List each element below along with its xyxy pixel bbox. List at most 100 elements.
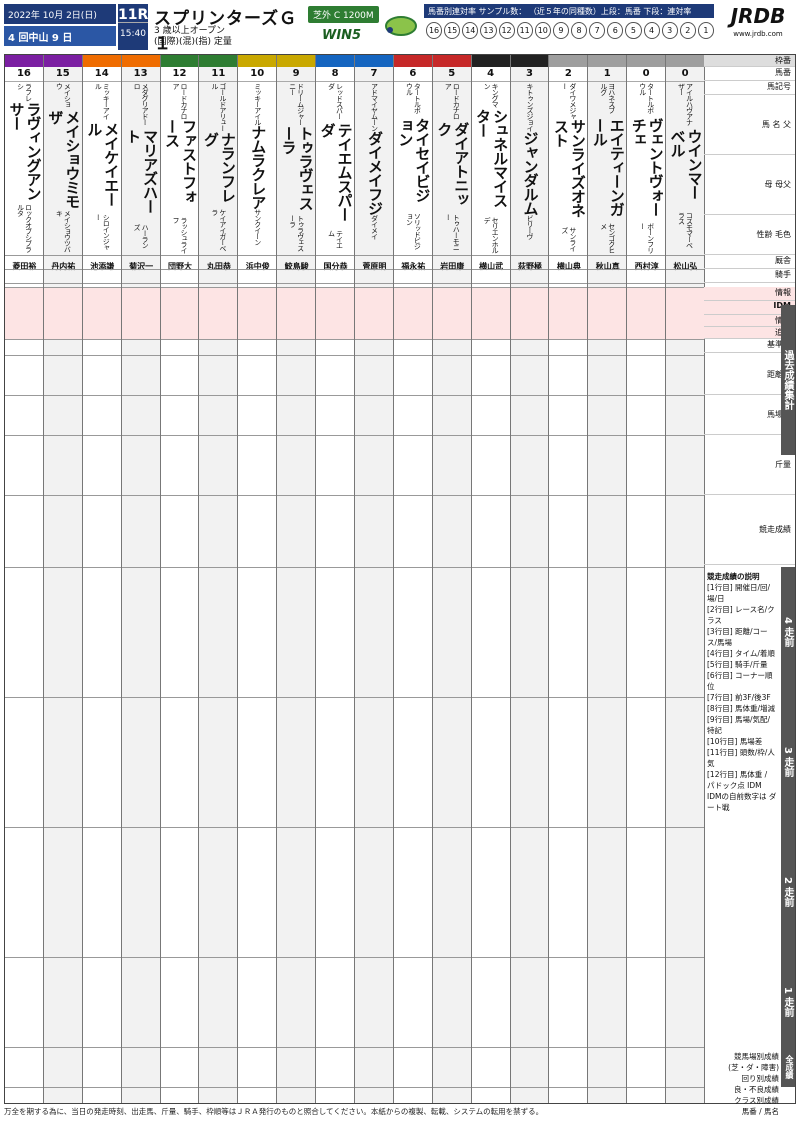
jockey-name: 菅原明 [362, 262, 387, 271]
row-divider [316, 287, 354, 288]
row-divider [43, 269, 82, 270]
horse-name-block: メダグリアドーロ マリアズハート ハーランズ [122, 83, 161, 253]
sample-label: 馬番別連対率 サンプル数： [428, 7, 527, 16]
waku-cell [588, 55, 627, 67]
row-divider [549, 269, 588, 270]
info-band [627, 287, 666, 339]
tab-3-back: 3 走前 [781, 697, 795, 827]
row-divider [510, 355, 549, 356]
row-divider [238, 339, 277, 340]
horse-column: 6 タートルボウル タイセイビジョン ソリッドビジョン 福永祐 [393, 55, 433, 1103]
row-divider [432, 355, 471, 356]
date-block: 2022年 10月 2日(日) 4 回中山 9 日 [4, 4, 116, 50]
row-divider [82, 355, 121, 356]
row-divider [238, 435, 277, 436]
row-divider [5, 1087, 43, 1088]
horse-name[interactable]: タイセイビジョン [396, 118, 431, 212]
horse-name[interactable]: ラヴィングアンサー [7, 102, 42, 204]
side-labels: 枠番 馬番 馬記号 馬 名 父 母 母父 性齢 毛色 厩舎 騎手 情報 IDM … [704, 54, 796, 1116]
horse-name[interactable]: メイショウミモザ [46, 110, 81, 210]
horse-name[interactable]: マリアズハート [124, 129, 159, 224]
horse-name[interactable]: ジャンダルム [521, 131, 539, 215]
horse-name[interactable]: ヴェントヴォーチェ [630, 118, 665, 223]
row-divider [355, 435, 393, 436]
side-footer-line: 良・不良成績 [734, 1085, 779, 1094]
horse-name[interactable]: エイティーンガール [591, 118, 626, 223]
row-divider [5, 957, 43, 958]
horse-number: 14 [82, 67, 121, 82]
dam-name: ケイアイガーベラ [210, 209, 227, 252]
jockey-name: 松山弘 [673, 262, 698, 271]
side-footer-line: クラス別成績 [734, 1096, 779, 1105]
conditions-line-2: (国際)(混)(指) 定量 [154, 37, 232, 47]
waku-cell [471, 55, 510, 67]
row-divider [588, 283, 627, 284]
row-divider [588, 957, 627, 958]
row-divider [121, 339, 160, 340]
sire-name: ロードカナロア [444, 83, 461, 119]
row-divider [43, 283, 82, 284]
info-band [160, 287, 199, 339]
row-divider [277, 255, 316, 256]
row-divider [355, 287, 393, 288]
row-divider [121, 697, 160, 698]
legend-line: [12行目] 馬体重 / パドック点 IDM [707, 770, 768, 790]
row-divider [82, 435, 121, 436]
row-divider [121, 395, 160, 396]
row-divider [160, 355, 199, 356]
row-divider [121, 355, 160, 356]
horse-name[interactable]: ファストフォース [163, 119, 198, 216]
row-divider [355, 269, 393, 270]
horse-name[interactable]: メイケイエール [85, 122, 120, 214]
waku-cell [549, 55, 588, 67]
horse-number: 16 [5, 67, 43, 82]
horse-name[interactable]: サンライズオネスト [552, 119, 587, 227]
sample-number: 15 [444, 22, 461, 39]
row-divider [432, 697, 471, 698]
waku-cell [510, 55, 549, 67]
side-footer-line: 競馬場別成績 [734, 1052, 779, 1061]
side-footer: 競馬場別成績 (芝・ダ・障害) 回り別成績 良・不良成績 クラス別成績 馬番 / 馬名 [707, 1051, 779, 1117]
horse-column: 14 ミッキーアイル メイケイエール シロインジャー 池添謙 [82, 55, 122, 1103]
jockey-name: 団野大 [167, 262, 192, 271]
dam-name: サンクイーン [253, 209, 262, 245]
race-header: 2022年 10月 2日(日) 4 回中山 9 日 11R 15:40 スプリン… [4, 4, 796, 54]
horse-name[interactable]: ウインマーベル [669, 129, 704, 212]
row-divider [238, 395, 277, 396]
logo-text: JRDB [730, 4, 786, 28]
side-footer-line: 回り別成績 [741, 1074, 780, 1083]
row-divider [588, 355, 627, 356]
horse-name-block: ゴールドアリュール ナランフレグ ケイアイガーベラ [199, 83, 238, 253]
horse-name[interactable]: ナランフレグ [202, 132, 237, 209]
row-divider [549, 395, 588, 396]
horse-name-block: アイルハヴアナザー ウインマーベル コスモマーベラス [666, 83, 705, 253]
row-divider [238, 495, 277, 496]
info-band [510, 287, 549, 339]
row-divider [316, 827, 354, 828]
horse-number: 3 [510, 67, 549, 82]
sample-number: 6 [607, 22, 624, 39]
jockey-name: 丸田恭 [206, 262, 231, 271]
row-divider [549, 339, 588, 340]
horse-name[interactable]: シュネルマイスター [474, 109, 509, 217]
waku-cell [393, 55, 432, 67]
info-band [199, 287, 238, 339]
sire-name: ゴールドアリュール [210, 83, 227, 131]
horse-name[interactable]: ダイメイフジ [366, 131, 384, 215]
horse-name-block: ドリームジャーニー トゥラヴェスーラ トゥラヴェスーラ [277, 83, 316, 253]
row-divider [627, 697, 666, 698]
row-divider [199, 1047, 238, 1048]
waku-cell [432, 55, 471, 67]
horse-name[interactable]: テイエムスパーダ [319, 123, 354, 230]
horse-name-block: ダイワメジャー サンライズオネスト サンライズ [549, 83, 588, 253]
horse-number: 12 [160, 67, 199, 82]
sire-name: キングマン [483, 83, 500, 107]
horse-name-block: キトゥンズジョイ ジャンダルム ビリーヴ [511, 83, 550, 253]
row-divider [238, 957, 277, 958]
horse-name[interactable]: ダイアトニック [435, 122, 470, 214]
row-divider [277, 287, 316, 288]
sample-number: 16 [426, 22, 443, 39]
horse-name[interactable]: トゥラヴェスーラ [280, 126, 315, 215]
horse-name[interactable]: ナムラクレア [249, 125, 267, 209]
jockey-name: 秋山真 [595, 262, 620, 271]
